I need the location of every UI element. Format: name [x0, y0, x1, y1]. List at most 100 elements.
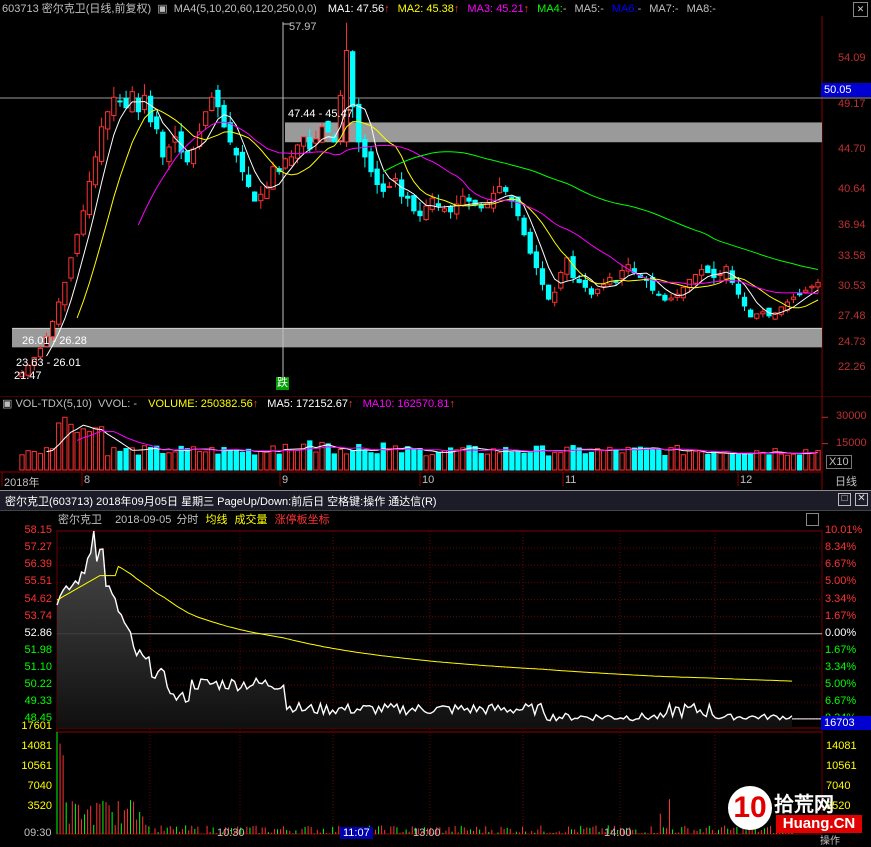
volume-bar: [729, 453, 735, 471]
volume-bar: [172, 451, 178, 471]
kline-header: 603713 密尔克卫(日线,前复权) ▣ MA4(5,10,20,60,120…: [2, 2, 716, 16]
kline-chart[interactable]: [0, 16, 871, 396]
volume-bar: [637, 446, 644, 471]
month-label: 12: [740, 474, 753, 486]
candle-body: [252, 191, 258, 202]
intraday-titlebar[interactable]: 密尔克卫(603713) 2018年09月05日 星期三 PageUp/Down…: [0, 490, 871, 511]
candle-body: [662, 294, 668, 301]
volume-bar: [31, 451, 37, 471]
volume-bar: [86, 431, 92, 471]
price-area-fill: [57, 531, 792, 728]
time-tick[interactable]: 11:07: [340, 827, 373, 839]
candle-body: [539, 268, 546, 285]
candle-body: [258, 193, 264, 202]
volume-bar: [356, 444, 362, 471]
volume-bar: [582, 453, 588, 471]
candle-body: [282, 158, 288, 169]
candle-body: [123, 97, 129, 109]
intraday-vol-tick-right: 10561: [826, 760, 857, 772]
volume-bar: [215, 453, 221, 471]
volume-bar: [294, 449, 301, 471]
volume-bar: [325, 443, 331, 471]
candle-body: [582, 279, 588, 288]
volume-bar: [619, 452, 625, 471]
watermark-url: Huang.CN: [776, 815, 862, 833]
volume-bar: [447, 447, 454, 471]
candle-body: [588, 288, 595, 295]
ma-dropdown-icon[interactable]: ▣: [157, 3, 167, 15]
volume-bar: [196, 451, 203, 471]
candle-body: [533, 251, 539, 269]
volume-bar: [362, 449, 368, 471]
price-tick: 30.53: [838, 280, 866, 292]
candle-body: [350, 51, 356, 108]
close-icon[interactable]: ✕: [855, 493, 868, 506]
operate-label[interactable]: 操作: [820, 832, 840, 847]
volume-bar: [350, 450, 356, 471]
ma-items: MA1: 47.56↑ MA2: 45.38↑ MA3: 45.21↑ MA4:- MA…: [320, 3, 716, 15]
candle-body: [754, 313, 760, 319]
volume-bar: [594, 448, 601, 471]
intraday-pct-tick: 5.00%: [825, 678, 857, 691]
intraday-pct-tick: 1.67%: [825, 609, 857, 622]
volume-bar: [515, 451, 521, 471]
candle-body: [68, 257, 74, 279]
candle-body: [111, 96, 117, 117]
volume-bar: [686, 450, 693, 471]
volume-bar: [331, 453, 337, 471]
candle-body: [594, 288, 601, 295]
volume-bar: [680, 454, 686, 471]
period-label[interactable]: 日线: [835, 473, 857, 489]
price-tick: 40.64: [838, 183, 866, 195]
volume-bar: [111, 447, 117, 471]
intraday-price-tick: 53.74: [24, 609, 52, 622]
ma-item-8: MA8:-: [686, 3, 716, 15]
candle-body: [705, 265, 711, 274]
candle-body: [92, 156, 99, 186]
volume-bar: [815, 450, 821, 471]
volume-bar: [558, 452, 564, 471]
maximize-icon[interactable]: □: [838, 493, 851, 506]
volume-bar: [337, 449, 344, 471]
volume-bar: [429, 454, 435, 471]
candle-body: [362, 139, 368, 158]
price-tick: 36.94: [838, 219, 866, 231]
volume-bar: [233, 449, 239, 471]
volume-bar: [282, 443, 288, 471]
candle-body: [98, 126, 105, 162]
candle-body: [313, 138, 319, 144]
volume-bar: [478, 453, 484, 471]
candle-body: [741, 296, 748, 307]
price-tick: 27.48: [838, 310, 866, 322]
month-label: 9: [282, 474, 289, 486]
candle-body: [429, 197, 435, 210]
volume-bar: [62, 416, 68, 471]
volume-bar: [105, 455, 111, 471]
candle-body: [245, 174, 252, 187]
volume-bar: [123, 448, 129, 471]
candle-body: [656, 293, 662, 296]
candle-body: [62, 281, 68, 306]
candle-body: [545, 284, 552, 300]
kline-close-icon[interactable]: ✕: [853, 2, 868, 17]
intraday-pct-tick: 0.00%: [825, 626, 857, 639]
candle-body: [435, 203, 442, 207]
volume-bar: [368, 452, 374, 471]
vol-unit-badge: X10: [826, 455, 852, 469]
volume-bar: [135, 454, 141, 471]
volume-bar: [166, 452, 172, 471]
volume-bar: [160, 453, 166, 471]
month-label: 10: [422, 474, 435, 486]
volume-bar: [735, 453, 742, 471]
volume-bar: [631, 447, 637, 471]
ma-item-3: MA3: 45.21↑: [467, 3, 530, 15]
volume-bar: [588, 451, 595, 471]
intraday-pct-tick: 6.67%: [825, 695, 857, 708]
intraday-price-tick: 55.51: [24, 575, 52, 588]
volume-bar: [748, 452, 754, 471]
volume-bar: [466, 445, 472, 471]
price-tick: 54.09: [838, 52, 866, 64]
candle-body: [105, 111, 111, 130]
volume-bar: [190, 446, 197, 471]
candle-body: [558, 272, 564, 289]
